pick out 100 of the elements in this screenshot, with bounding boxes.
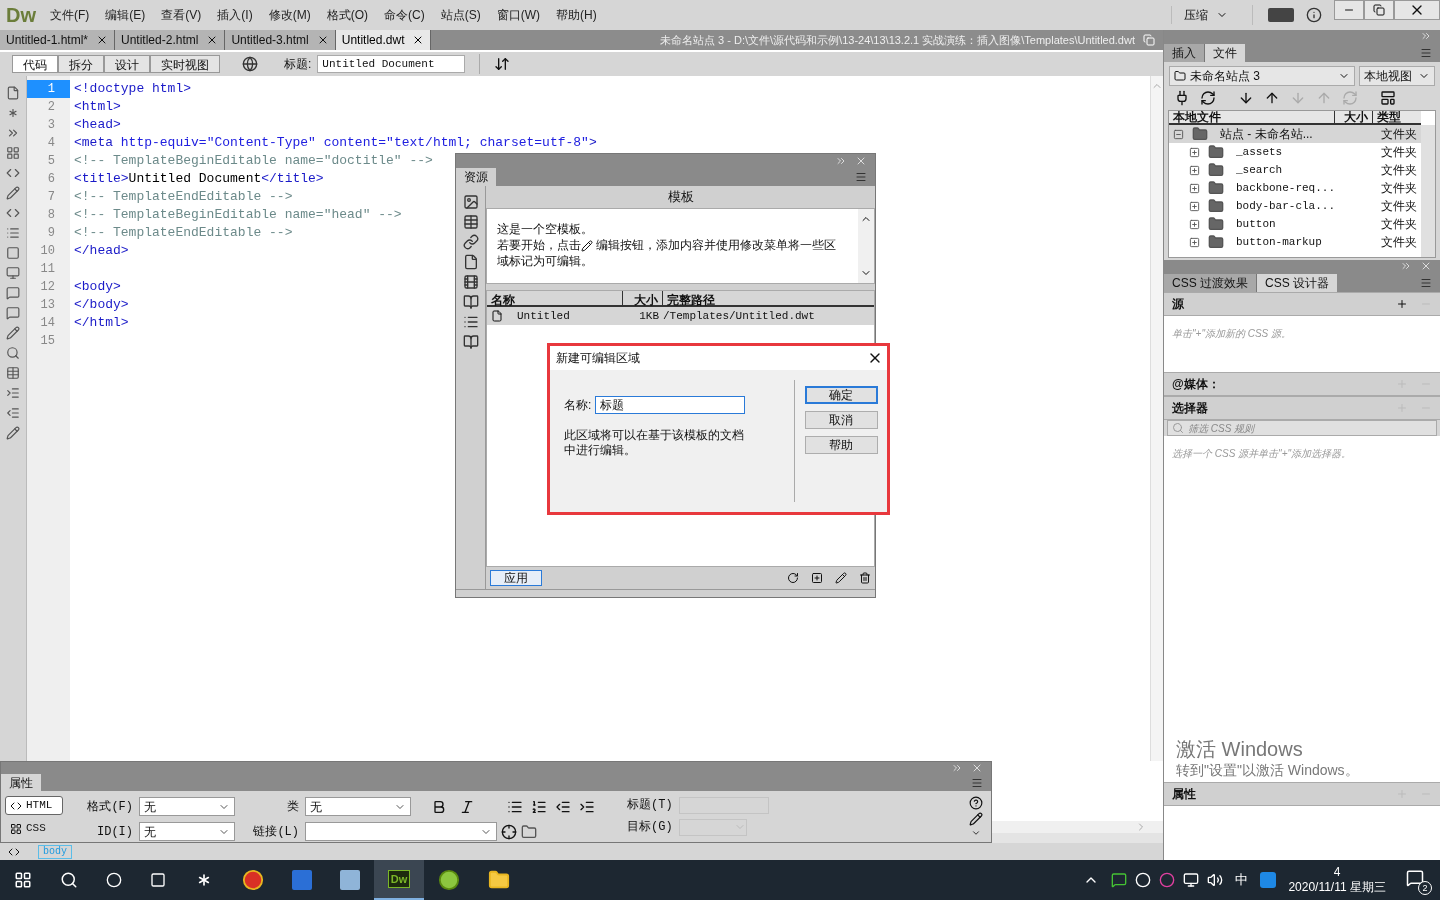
code-tool-icon[interactable] [6,306,20,320]
point-to-file-icon[interactable] [501,823,517,840]
ordered-list-icon[interactable] [531,798,547,815]
panel-menu-icon[interactable] [855,171,867,183]
live-view-options-icon[interactable] [242,56,258,72]
expand-toggle-icon[interactable] [1189,236,1200,248]
dialog-button[interactable]: 帮助 [804,436,878,454]
view-button[interactable]: 拆分 [58,55,104,73]
mode-button[interactable]: CSS [5,819,63,838]
expand-toggle-icon[interactable] [1189,218,1200,230]
asset-category-icon[interactable] [462,294,479,310]
panel-menu-icon[interactable] [1420,277,1432,289]
mode-button[interactable]: HTML [5,796,63,815]
close-panel-icon[interactable] [855,155,867,167]
code-tool-icon[interactable] [6,366,20,380]
code-tool-icon[interactable] [6,106,20,120]
asset-category-icon[interactable] [462,314,479,330]
expand-view-icon[interactable] [1380,90,1396,106]
vertical-scrollbar[interactable] [1421,125,1435,257]
clock[interactable]: 4 [1333,865,1341,880]
panel-menu-icon[interactable] [971,777,983,789]
code-tool-icon[interactable] [6,146,20,160]
file-tree-row[interactable]: _search 文件夹 [1169,161,1421,179]
restore-document-icon[interactable] [1143,34,1155,46]
get-files-icon[interactable] [1238,90,1254,106]
expand-icon[interactable] [971,828,981,838]
add-source-icon[interactable] [1396,298,1408,310]
notifications-icon[interactable] [1406,869,1424,887]
refresh-icon[interactable] [787,572,799,584]
document-tab[interactable]: Untitled-3.html [225,30,336,50]
code-tool-icon[interactable] [6,126,20,140]
view-button[interactable]: 实时视图 [150,55,220,73]
code-tool-icon[interactable] [6,86,20,100]
sort-icon[interactable] [494,56,511,72]
document-tab[interactable]: Untitled-1.html* [0,30,116,50]
code-tool-icon[interactable] [6,426,20,440]
taskbar-app-icon[interactable] [438,869,460,891]
asset-category-icon[interactable] [462,214,479,230]
code-tool-icon[interactable] [6,166,20,180]
put-files-icon[interactable] [1264,90,1280,106]
collapse-toggle-icon[interactable] [1173,128,1184,140]
code-tool-icon[interactable] [6,346,20,360]
code-tool-icon[interactable] [6,186,20,200]
panel-menu-icon[interactable] [1420,47,1432,59]
edit-icon[interactable] [581,239,593,252]
site-dropdown[interactable]: 未命名站点 3 [1169,66,1355,86]
expand-toggle-icon[interactable] [1189,146,1200,158]
menu-item[interactable]: 查看(V) [153,6,210,24]
view-button[interactable]: 设计 [104,55,150,73]
network-icon[interactable] [1183,872,1200,888]
expand-toggle-icon[interactable] [1189,164,1200,176]
search-icon[interactable] [60,871,78,889]
new-template-icon[interactable] [811,572,823,584]
browse-folder-icon[interactable] [521,823,537,840]
connect-icon[interactable] [1174,90,1190,106]
expand-toggle-icon[interactable] [1189,182,1200,194]
class-dropdown[interactable]: 无 [305,797,411,816]
info-icon[interactable] [1306,7,1322,23]
dialog-button[interactable]: 确定 [804,386,878,404]
menu-item[interactable]: 编辑(E) [97,6,154,24]
dreamweaver-taskbar-button[interactable]: Dw [387,869,411,889]
collapse-panel-icon[interactable] [835,155,847,167]
delete-icon[interactable] [859,572,871,584]
minimize-button[interactable] [1334,0,1364,20]
panel-tab[interactable]: 文件 [1205,44,1245,62]
cortana-icon[interactable] [106,872,122,888]
panel-tab[interactable]: CSS 设计器 [1257,274,1338,292]
code-tool-icon[interactable] [6,266,20,280]
collapse-panel-icon[interactable] [1420,30,1432,42]
file-tree-row[interactable]: _assets 文件夹 [1169,143,1421,161]
code-tool-icon[interactable] [6,206,20,220]
close-panel-icon[interactable] [1420,260,1432,272]
menu-item[interactable]: 窗口(W) [488,6,548,24]
horizontal-scrollbar[interactable] [992,821,1163,833]
menu-item[interactable]: 命令(C) [376,6,433,24]
template-row[interactable]: Untitled 1KB /Templates/Untitled.dwt [487,307,874,325]
panel-tab[interactable]: 属性 [1,774,41,791]
asset-category-icon[interactable] [462,274,479,290]
task-view-icon[interactable] [150,872,166,888]
check-in-icon[interactable] [1316,90,1332,106]
restore-button[interactable] [1364,0,1394,20]
file-tree-row[interactable]: body-bar-cla... 文件夹 [1169,197,1421,215]
view-button[interactable]: 代码 [12,55,58,73]
document-tab[interactable]: Untitled.dwt [335,30,432,50]
refresh-icon[interactable] [1200,90,1216,106]
code-tool-icon[interactable] [6,286,20,300]
italic-icon[interactable] [459,798,475,815]
panel-tab[interactable]: 插入 [1164,44,1205,62]
collapse-panel-icon[interactable] [1400,260,1412,272]
code-tool-icon[interactable] [6,246,20,260]
input-method-indicator[interactable]: 中 [1235,870,1249,890]
start-button[interactable] [14,871,32,889]
file-explorer-icon[interactable] [488,869,510,891]
name-field[interactable]: 标题 [595,396,746,414]
expand-toggle-icon[interactable] [1189,200,1200,212]
workspace-switcher[interactable]: 压缩 [1171,6,1240,24]
check-out-icon[interactable] [1290,90,1306,106]
code-tool-icon[interactable] [6,406,20,420]
file-tree-row[interactable]: 站点 - 未命名站... 文件夹 [1169,125,1421,143]
menu-item[interactable]: 插入(I) [209,6,261,24]
